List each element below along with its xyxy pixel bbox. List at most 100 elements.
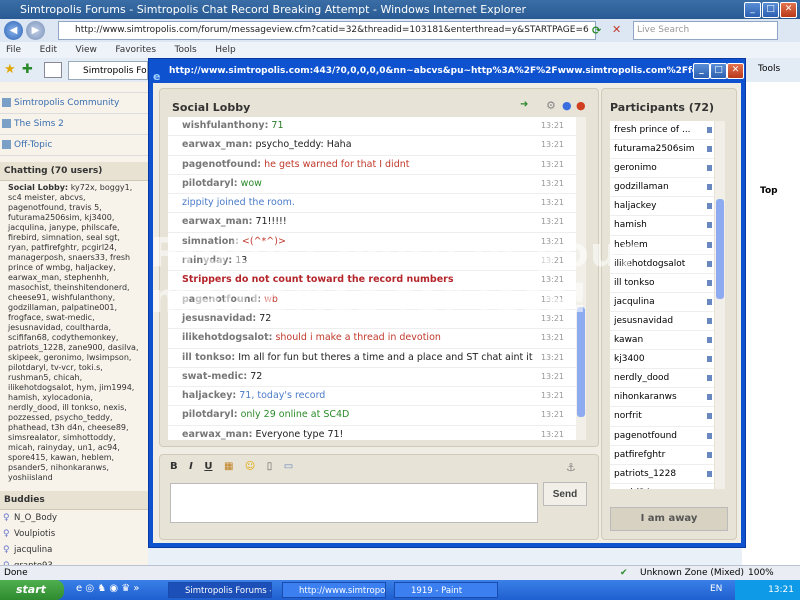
participant-item[interactable]: kj3400	[610, 350, 714, 370]
buddy-item[interactable]: jacqulina	[0, 542, 148, 558]
popup-minimize-button[interactable]: _	[693, 63, 710, 79]
stop-icon[interactable]: ✕	[612, 23, 621, 36]
menu-help[interactable]: Help	[215, 45, 236, 55]
participant-item[interactable]: patriots_1228	[610, 465, 714, 484]
minimize-button[interactable]: _	[744, 2, 761, 18]
participant-item[interactable]: futurama2506sim	[610, 140, 714, 160]
color-icon[interactable]: ▦	[224, 461, 233, 472]
page-icon[interactable]: ▯	[267, 461, 273, 472]
participant-item[interactable]: norfrit	[610, 407, 714, 427]
message-user[interactable]: earwax_man:	[182, 216, 252, 227]
scrollbar-thumb[interactable]	[577, 307, 585, 417]
message-user[interactable]: swat-medic:	[182, 371, 247, 382]
maximize-button[interactable]: □	[762, 2, 779, 18]
participant-scrollbar[interactable]	[715, 121, 725, 489]
address-input[interactable]: http://www.simtropolis.com/forum/message…	[58, 21, 596, 40]
sidebar-item-community[interactable]: Simtropolis Community	[0, 93, 148, 114]
participant-item[interactable]: patfirefghtr	[610, 446, 714, 465]
participant-item[interactable]: jesusnavidad	[610, 312, 714, 332]
participant-item[interactable]: ilikehotdogsalot	[610, 255, 714, 274]
search-input[interactable]: Live Search	[633, 21, 778, 40]
quicklaunch-icons[interactable]: e ◎ ♞ ◉ ♛ »	[76, 583, 140, 594]
add-favorite-icon[interactable]: ✚	[22, 62, 33, 77]
message-scrollbar[interactable]	[576, 117, 586, 440]
menu-edit[interactable]: Edit	[40, 45, 57, 55]
bold-button[interactable]: B	[170, 461, 178, 472]
message-user[interactable]: rainyday:	[182, 255, 232, 266]
message-user[interactable]: earwax_man:	[182, 139, 252, 150]
task-simtropolis[interactable]: Simtropolis Forums - ...	[168, 582, 272, 598]
participant-item[interactable]: pagenotfound	[610, 427, 714, 446]
back-button[interactable]: ◀	[4, 21, 23, 40]
forward-button[interactable]: ▶	[26, 21, 45, 40]
tools-menu[interactable]: Tools	[758, 64, 780, 74]
clear-icon[interactable]: ▭	[284, 461, 293, 472]
message-user[interactable]: simnation:	[182, 236, 239, 247]
task-popup[interactable]: http://www.simtropol...	[282, 582, 386, 598]
scrollbar-thumb[interactable]	[716, 199, 724, 299]
message-user[interactable]: haljackey:	[182, 390, 236, 401]
tab-simtropolis[interactable]: Simtropolis Forums ...	[68, 61, 148, 80]
message-user[interactable]: pilotdaryl:	[182, 409, 238, 420]
smiley-icon[interactable]: ☺	[245, 461, 255, 472]
message-user[interactable]: wishfulanthony:	[182, 120, 268, 131]
participant-item[interactable]: godzillaman	[610, 178, 714, 198]
message-text: Strippers do not count toward the record…	[182, 274, 454, 286]
message-list[interactable]: wishfulanthony: 71 13:21 earwax_man: psych…	[168, 117, 576, 440]
chat-message: zippity joined the room. 13:21	[168, 194, 576, 214]
message-user[interactable]: earwax_man:	[182, 429, 252, 440]
quick-tabs-icon[interactable]	[44, 62, 62, 78]
language-indicator[interactable]: EN	[710, 584, 722, 594]
buddy-item[interactable]: N_O_Body	[0, 510, 148, 526]
participant-item[interactable]: heblem	[610, 236, 714, 255]
anchor-icon[interactable]: ⚓	[566, 461, 576, 474]
message-user[interactable]: ill tonkso:	[182, 352, 235, 363]
menu-view[interactable]: View	[76, 45, 97, 55]
task-paint[interactable]: 1919 - Paint	[394, 582, 498, 598]
participant-item[interactable]: geronimo	[610, 159, 714, 179]
message-user[interactable]: pagenotfound:	[182, 294, 261, 305]
message-user[interactable]: ilikehotdogsalot:	[182, 332, 272, 343]
chat-message: pagenotfound: he gets warned for that I …	[168, 156, 576, 175]
away-button[interactable]: I am away	[610, 507, 728, 531]
menu-file[interactable]: File	[6, 45, 21, 55]
participant-item[interactable]: kawan	[610, 331, 714, 351]
exit-icon[interactable]: ➜	[520, 99, 528, 110]
refresh-icon[interactable]: ⟳	[592, 24, 601, 37]
italic-button[interactable]: I	[189, 461, 193, 472]
help-icon[interactable]: ●	[562, 99, 572, 112]
underline-button[interactable]: U	[204, 461, 212, 472]
gear-icon[interactable]: ⚙	[546, 99, 556, 112]
send-button[interactable]: Send	[543, 482, 587, 506]
chat-message: pagenotfound: wb 13:21	[168, 291, 576, 310]
buddy-item[interactable]: granto93	[0, 558, 148, 565]
composer-panel: B I U ▦ ☺ ▯ ▭ ⚓ Send	[159, 454, 599, 540]
participant-item[interactable]: fresh prince of ...	[610, 121, 714, 141]
participant-item[interactable]: hamish	[610, 216, 714, 236]
popup-close-button[interactable]: ✕	[727, 63, 744, 79]
sidebar-item-sims2[interactable]: The Sims 2	[0, 114, 148, 135]
participant-item[interactable]: nerdly_dood	[610, 369, 714, 389]
participant-item[interactable]: ill tonkso	[610, 274, 714, 293]
menu-favorites[interactable]: Favorites	[115, 45, 156, 55]
chat-user-list: Social Lobby: ky72x, boggy1, sc4 meister…	[0, 181, 148, 485]
favorites-star-icon[interactable]: ★	[4, 62, 16, 77]
alert-icon[interactable]: ●	[576, 99, 586, 112]
message-input[interactable]	[170, 483, 538, 523]
top-link[interactable]: Top	[760, 186, 778, 196]
participant-item[interactable]: pcgirl24	[610, 484, 714, 489]
participant-item[interactable]: nihonkaranws	[610, 388, 714, 408]
participant-item[interactable]: jacqulina	[610, 293, 714, 312]
menu-tools[interactable]: Tools	[175, 45, 197, 55]
message-user[interactable]: pagenotfound:	[182, 159, 261, 170]
message-user[interactable]: pilotdaryl:	[182, 178, 238, 189]
sidebar-item-offtopic[interactable]: Off-Topic	[0, 135, 148, 156]
start-button[interactable]: start	[0, 580, 64, 600]
participant-list[interactable]: fresh prince of ... futurama2506sim geroni…	[610, 121, 714, 489]
participant-item[interactable]: haljackey	[610, 197, 714, 217]
message-user[interactable]: jesusnavidad:	[182, 313, 256, 324]
buddy-item[interactable]: Voulpiotis	[0, 526, 148, 542]
popup-maximize-button[interactable]: □	[710, 63, 727, 79]
close-button[interactable]: ✕	[780, 2, 797, 18]
zoom-level[interactable]: 100%	[748, 566, 774, 581]
